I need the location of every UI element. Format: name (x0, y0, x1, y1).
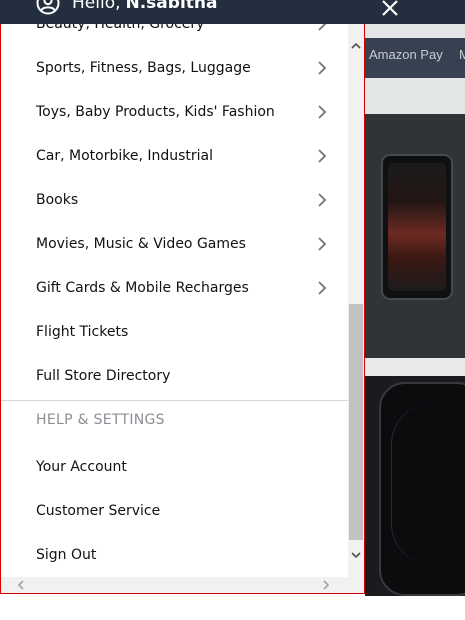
scroll-right-arrow-icon[interactable] (320, 579, 332, 591)
menu-item-your-account[interactable]: Your Account (1, 445, 346, 489)
menu-item-sports-fitness[interactable]: Sports, Fitness, Bags, Luggage (1, 46, 346, 90)
chevron-right-icon (318, 24, 327, 31)
chevron-right-icon (318, 281, 327, 295)
menu-item-sign-out[interactable]: Sign Out (1, 533, 346, 577)
menu-item-gift-cards[interactable]: Gift Cards & Mobile Recharges (1, 266, 346, 310)
scroll-left-arrow-icon[interactable] (15, 579, 27, 591)
menu-item-label: Sign Out (36, 547, 97, 563)
menu-item-label: Sports, Fitness, Bags, Luggage (36, 60, 251, 76)
menu-item-beauty-health-grocery[interactable]: Beauty, Health, Grocery (1, 24, 346, 46)
chevron-right-icon (318, 149, 327, 163)
close-x-icon[interactable] (378, 0, 402, 20)
menu-item-car-motorbike[interactable]: Car, Motorbike, Industrial (1, 134, 346, 178)
menu-item-full-store-directory[interactable]: Full Store Directory (1, 354, 346, 398)
user-name: N.sabitha (125, 0, 218, 13)
scroll-up-arrow-icon[interactable] (350, 40, 362, 52)
chevron-right-icon (318, 61, 327, 75)
greeting[interactable]: Hello, N.sabitha (36, 0, 217, 15)
menu-item-books[interactable]: Books (1, 178, 346, 222)
menu-item-label: Movies, Music & Video Games (36, 236, 246, 252)
background-nav-bar: Amazon Pay M (365, 38, 465, 78)
chevron-right-icon (318, 237, 327, 251)
vertical-scroll-thumb[interactable] (349, 304, 363, 540)
user-circle-icon (36, 0, 60, 15)
scroll-down-arrow-icon[interactable] (350, 549, 362, 561)
navigation-drawer: Beauty, Health, Grocery Sports, Fitness,… (0, 24, 365, 594)
scrollbar-corner (348, 577, 364, 593)
menu-item-label: Gift Cards & Mobile Recharges (36, 280, 249, 296)
nav-link-partial[interactable]: M (459, 47, 465, 62)
promo-card-phone[interactable] (365, 114, 465, 358)
section-title-help-settings: HELP & SETTINGS (36, 412, 165, 428)
menu-item-label: Your Account (36, 459, 127, 475)
menu-item-flight-tickets[interactable]: Flight Tickets (1, 310, 346, 354)
menu-item-label: Books (36, 192, 79, 208)
menu-item-customer-service[interactable]: Customer Service (1, 489, 346, 533)
promo-card-iphone[interactable] (365, 376, 465, 596)
menu-item-label: Toys, Baby Products, Kids' Fashion (36, 104, 275, 120)
menu-divider (1, 400, 348, 401)
menu-item-label: Customer Service (36, 503, 161, 519)
iphone-image (379, 382, 465, 596)
menu-item-label: Car, Motorbike, Industrial (36, 148, 214, 164)
menu-item-label: Flight Tickets (36, 324, 129, 340)
chevron-right-icon (318, 193, 327, 207)
menu-item-label: Beauty, Health, Grocery (36, 24, 205, 32)
horizontal-scrollbar[interactable] (1, 577, 348, 593)
menu-item-toys-baby[interactable]: Toys, Baby Products, Kids' Fashion (1, 90, 346, 134)
amazon-pay-link[interactable]: Amazon Pay (369, 47, 443, 62)
background-page: Amazon Pay M (365, 24, 465, 596)
greeting-text: Hello, (72, 0, 121, 13)
chevron-right-icon (318, 105, 327, 119)
menu-item-label: Full Store Directory (36, 368, 171, 384)
menu-item-movies-music[interactable]: Movies, Music & Video Games (1, 222, 346, 266)
phone-image (381, 154, 453, 300)
vertical-scrollbar[interactable] (348, 24, 364, 577)
